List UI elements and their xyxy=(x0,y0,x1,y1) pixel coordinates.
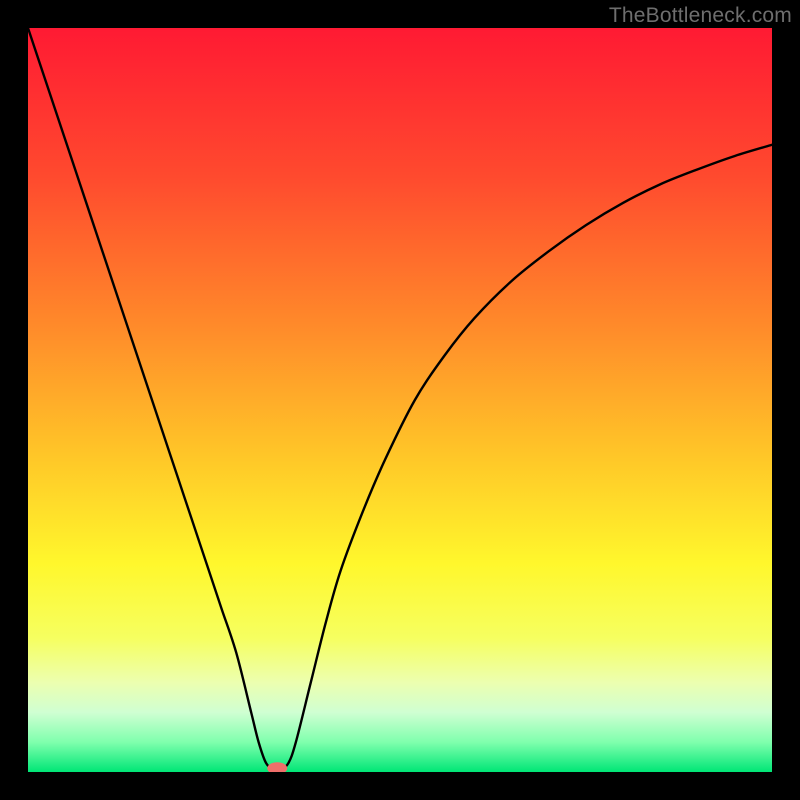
chart-background xyxy=(28,28,772,772)
chart-frame xyxy=(28,28,772,772)
bottleneck-chart xyxy=(28,28,772,772)
watermark-text: TheBottleneck.com xyxy=(609,4,792,28)
